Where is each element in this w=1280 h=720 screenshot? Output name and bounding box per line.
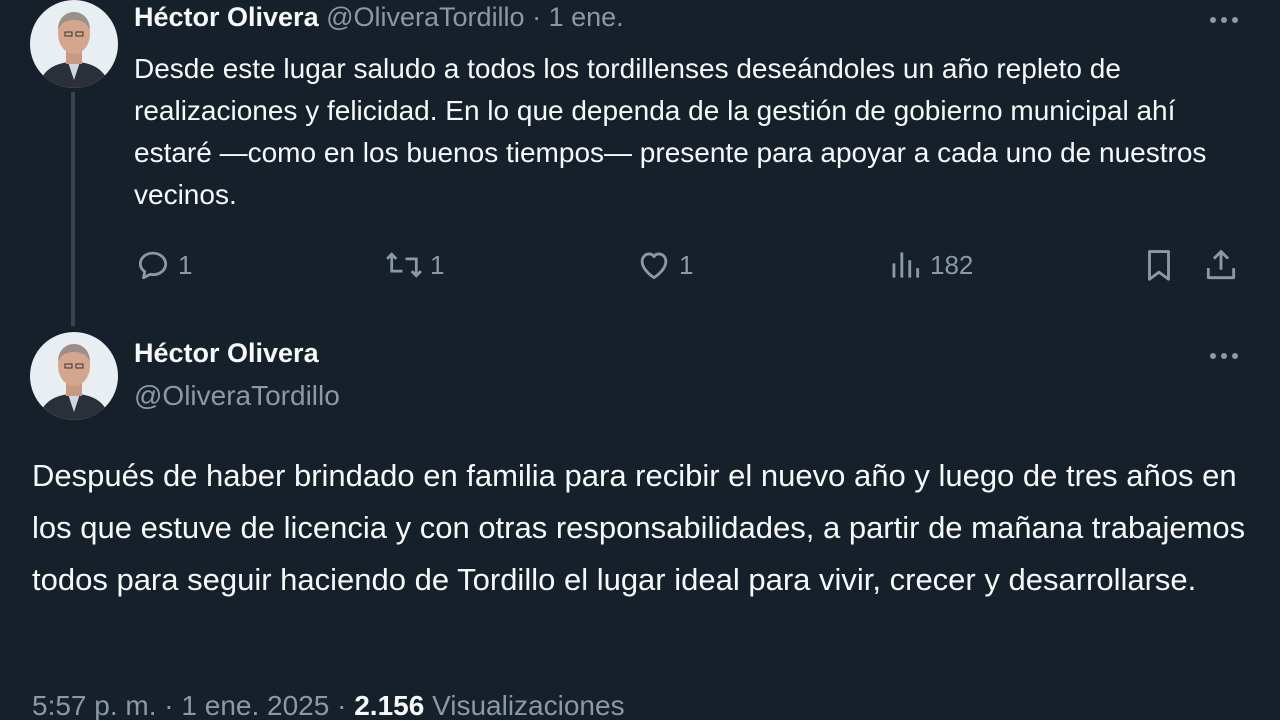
views-count: 2.156	[354, 690, 425, 720]
repost-count: 1	[430, 249, 445, 280]
avatar-photo	[30, 332, 118, 420]
tweet-header: Héctor Olivera @OliveraTordillo · 1 ene.	[134, 2, 624, 33]
more-icon[interactable]	[1206, 347, 1242, 365]
handle[interactable]: @OliveraTordillo	[134, 380, 340, 412]
bookmark-button[interactable]	[1140, 243, 1178, 287]
dot-separator: ·	[532, 2, 542, 32]
reply-button[interactable]: 1	[134, 243, 192, 287]
heart-icon	[640, 252, 668, 280]
like-button[interactable]: 1	[635, 243, 693, 287]
tweet-meta: 5:57 p. m. · 1 ene. 2025 · 2.156 Visuali…	[32, 690, 625, 720]
display-name[interactable]: Héctor Olivera	[134, 338, 319, 369]
handle[interactable]: @OliveraTordillo	[326, 2, 524, 32]
analytics-icon	[892, 252, 920, 278]
display-name[interactable]: Héctor Olivera	[134, 2, 319, 32]
views-label: Visualizaciones	[432, 690, 625, 720]
repost-icon	[386, 252, 422, 278]
reply-icon	[138, 251, 168, 280]
avatar[interactable]	[30, 332, 118, 420]
views-button[interactable]: 182	[886, 243, 973, 287]
share-icon	[1206, 250, 1236, 280]
tweet-date[interactable]: 1 ene. 2025	[181, 690, 329, 720]
more-icon[interactable]	[1206, 11, 1242, 29]
share-button[interactable]	[1202, 243, 1240, 287]
avatar[interactable]	[30, 0, 118, 88]
bookmark-icon	[1148, 250, 1170, 281]
tweet-date[interactable]: 1 ene.	[549, 2, 624, 32]
tweet-actions: 1 1 1 182	[134, 243, 1244, 287]
tweet-time[interactable]: 5:57 p. m.	[32, 690, 157, 720]
tweet-text: Después de haber brindado en familia par…	[32, 458, 1246, 597]
tweet-text: Desde este lugar saludo a todos los tord…	[134, 53, 1207, 210]
avatar-photo	[30, 0, 118, 88]
like-count: 1	[679, 249, 694, 280]
views-count: 182	[930, 249, 974, 280]
repost-button[interactable]: 1	[384, 243, 444, 287]
reply-count: 1	[178, 249, 193, 280]
thread-connector	[71, 92, 75, 326]
